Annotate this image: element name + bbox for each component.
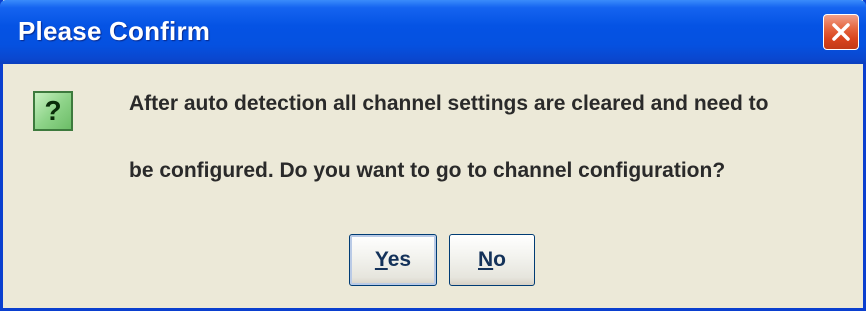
no-label-rest: o — [493, 248, 506, 271]
confirm-dialog: Please Confirm ? After auto detection al… — [0, 0, 866, 311]
title-bar[interactable]: Please Confirm — [0, 0, 866, 64]
question-icon: ? — [33, 91, 73, 131]
message-line-2: be configured. Do you want to go to chan… — [129, 159, 726, 182]
yes-label-rest: es — [387, 248, 412, 271]
yes-mnemonic: Y — [374, 248, 388, 271]
close-icon — [832, 23, 850, 41]
no-mnemonic: N — [478, 248, 494, 271]
no-button[interactable]: No — [449, 234, 535, 286]
message-line-1: After auto detection all channel setting… — [129, 92, 769, 115]
close-button[interactable] — [823, 14, 859, 50]
dialog-title: Please Confirm — [18, 16, 211, 46]
yes-button[interactable]: Yes — [349, 234, 437, 286]
